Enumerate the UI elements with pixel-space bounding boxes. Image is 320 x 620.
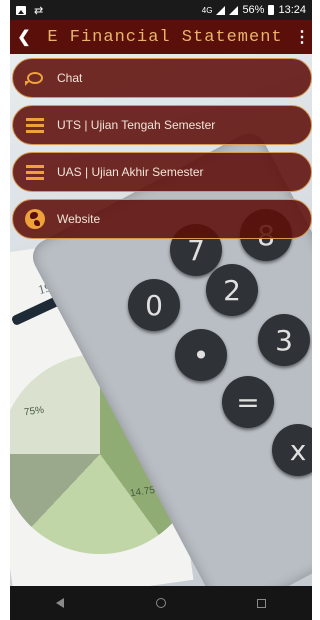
uts-button[interactable]: UTS | Ujian Tengah Semester xyxy=(12,105,312,145)
calculator-key: • xyxy=(175,329,227,381)
uas-button[interactable]: UAS | Ujian Akhir Semester xyxy=(12,152,312,192)
main-menu: Chat UTS | Ujian Tengah Semester UAS | U… xyxy=(12,58,312,246)
overflow-menu-icon[interactable]: ⋮ xyxy=(292,27,312,47)
signal-icon-2 xyxy=(229,5,239,15)
calculator-key: 2 xyxy=(206,264,258,316)
sync-icon: ⇄ xyxy=(34,4,44,17)
nav-recents-button[interactable] xyxy=(242,595,282,611)
page-title: E Financial Statement xyxy=(47,27,283,47)
nav-home-button[interactable] xyxy=(141,595,181,611)
back-arrow-icon[interactable]: ❮ xyxy=(10,27,38,47)
signal-icon xyxy=(216,5,226,15)
recents-square-icon xyxy=(257,599,267,608)
status-bar: ⇄ 4G 56% 13:24 xyxy=(10,0,312,20)
back-triangle-icon xyxy=(56,598,65,608)
status-right: 4G 56% 13:24 xyxy=(202,4,306,16)
website-button[interactable]: Website xyxy=(12,199,312,239)
menu-item-label: Chat xyxy=(57,71,83,85)
network-type: 4G xyxy=(201,5,213,15)
phone-frame: ⇄ 4G 56% 13:24 ❮ E Financial Statement ⋮… xyxy=(0,0,312,620)
chat-icon xyxy=(25,68,45,88)
nav-back-button[interactable] xyxy=(40,595,80,611)
menu-item-label: Website xyxy=(57,212,101,226)
navigation-bar xyxy=(10,586,312,620)
screen: ⇄ 4G 56% 13:24 ❮ E Financial Statement ⋮… xyxy=(10,0,312,620)
globe-icon xyxy=(25,209,45,229)
calculator-key: 3 xyxy=(258,314,310,366)
chat-button[interactable]: Chat xyxy=(12,58,312,98)
list-icon xyxy=(25,115,45,135)
menu-item-label: UAS | Ujian Akhir Semester xyxy=(57,165,204,179)
battery-percent: 56% xyxy=(242,4,265,16)
status-left: ⇄ xyxy=(16,4,43,17)
calculator-key: 0 xyxy=(128,279,180,331)
gallery-notification-icon xyxy=(16,5,26,15)
list-icon xyxy=(25,162,45,182)
menu-item-label: UTS | Ujian Tengah Semester xyxy=(57,118,216,132)
clock: 13:24 xyxy=(278,4,306,16)
app-bar: ❮ E Financial Statement ⋮ xyxy=(10,20,312,54)
home-circle-icon xyxy=(155,598,166,608)
battery-icon xyxy=(268,5,275,15)
calculator-key: = xyxy=(222,376,274,428)
